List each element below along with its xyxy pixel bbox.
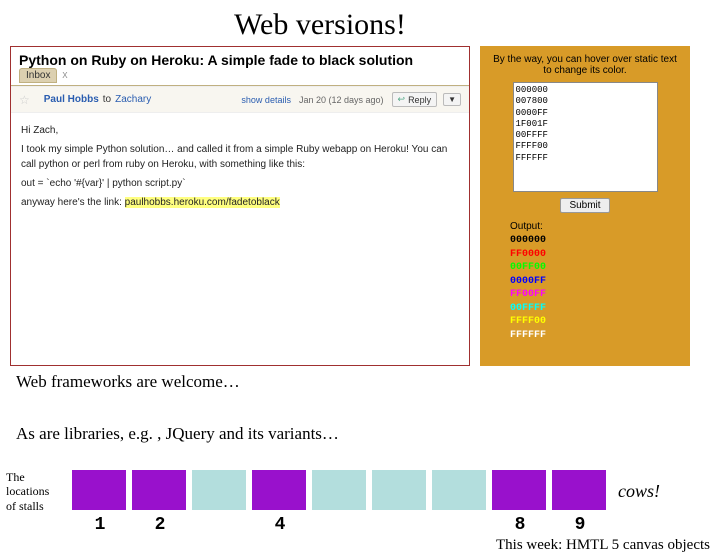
email-date: Jan 20 (12 days ago) (299, 95, 384, 105)
reply-dropdown[interactable]: ▼ (443, 93, 461, 106)
stall-8 (492, 470, 546, 510)
reply-arrow-icon: ↩ (398, 94, 406, 105)
output-row: 000000 (510, 234, 684, 248)
cows-label: cows! (618, 481, 660, 502)
email-body: Hi Zach, I took my simple Python solutio… (11, 113, 469, 222)
list-item[interactable]: 1F001F (516, 119, 655, 130)
body-line-1: Web frameworks are welcome… (0, 370, 720, 394)
email-greeting: Hi Zach, (21, 123, 459, 138)
stall-3 (192, 470, 246, 510)
list-item[interactable]: 007800 (516, 96, 655, 107)
list-item[interactable]: 00FFFF (516, 130, 655, 141)
stall-2 (132, 470, 186, 510)
email-code: out = `echo '#{var}' | python script.py` (21, 176, 459, 191)
stalls-label: The locations of stalls (6, 470, 66, 513)
output-row: 0000FF (510, 275, 684, 289)
num-2: 2 (130, 515, 190, 535)
reply-button[interactable]: ↩ Reply (392, 92, 438, 107)
num-1: 1 (70, 515, 130, 535)
output-row: 00FF00 (510, 261, 684, 275)
email-card: Python on Ruby on Heroku: A simple fade … (10, 46, 470, 366)
submit-button[interactable]: Submit (560, 198, 609, 213)
num-8: 8 (490, 515, 550, 535)
num-4: 4 (250, 515, 310, 535)
to-label: to (103, 94, 111, 105)
output-label: Output: (510, 221, 684, 232)
reply-label: Reply (408, 95, 431, 105)
page-title: Web versions! (0, 0, 720, 46)
email-subject: Python on Ruby on Heroku: A simple fade … (11, 47, 469, 70)
list-item[interactable]: 000000 (516, 85, 655, 96)
body-line-2: As are libraries, e.g. , JQuery and its … (0, 422, 720, 446)
output-row: FFFF00 (510, 315, 684, 329)
tab-close-x[interactable]: X (62, 71, 67, 80)
output-row: FF0000 (510, 248, 684, 262)
output-list: 000000 FF0000 00FF00 0000FF FF00FF 00FFF… (510, 234, 684, 342)
email-para-1: I took my simple Python solution… and ca… (21, 142, 459, 172)
stall-9 (552, 470, 606, 510)
output-row: FFFFFF (510, 329, 684, 343)
email-header: ☆ Paul Hobbs to Zachary show details Jan… (11, 86, 469, 113)
stall-4 (252, 470, 306, 510)
stall-5 (312, 470, 366, 510)
output-row: FF00FF (510, 288, 684, 302)
hover-hint: By the way, you can hover over static te… (486, 52, 684, 78)
email-recipient[interactable]: Zachary (115, 94, 151, 105)
email-link[interactable]: paulhobbs.heroku.com/fadetoblack (125, 197, 280, 208)
color-listbox[interactable]: 000000 007800 0000FF 1F001F 00FFFF FFFF0… (513, 82, 658, 192)
email-sender[interactable]: Paul Hobbs (44, 94, 99, 105)
stall-1 (72, 470, 126, 510)
list-item[interactable]: FFFFFF (516, 153, 655, 164)
output-row: 00FFFF (510, 302, 684, 316)
footnote: This week: HMTL 5 canvas objects (0, 535, 720, 554)
stall-numbers: 1 2 4 8 9 (0, 513, 720, 535)
num-9: 9 (550, 515, 610, 535)
list-item[interactable]: 0000FF (516, 108, 655, 119)
stalls-row: The locations of stalls cows! (0, 466, 720, 513)
stall-7 (432, 470, 486, 510)
list-item[interactable]: FFFF00 (516, 141, 655, 152)
stall-6 (372, 470, 426, 510)
show-details-link[interactable]: show details (241, 95, 291, 105)
email-para-2: anyway here's the link: paulhobbs.heroku… (21, 195, 459, 210)
email-tabs: Inbox X (11, 70, 469, 85)
star-icon[interactable]: ☆ (19, 93, 30, 107)
color-panel: By the way, you can hover over static te… (480, 46, 690, 366)
inbox-tab[interactable]: Inbox (19, 68, 57, 83)
